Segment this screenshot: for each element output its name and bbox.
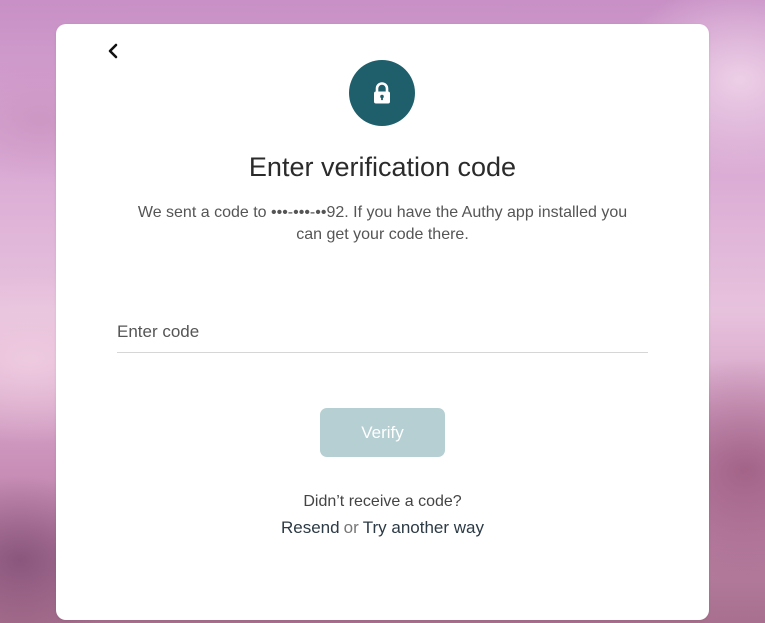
lock-icon [374,82,390,104]
verification-card: Enter verification code We sent a code t… [56,24,709,620]
verification-description: We sent a code to •••-•••-••92. If you h… [137,204,628,243]
verify-button[interactable]: Verify [320,408,445,457]
chevron-left-icon [108,43,118,59]
page-title: Enter verification code [248,152,517,182]
help-actions: Resend or Try another way [56,518,709,538]
or-separator: or [343,518,359,537]
lock-badge [349,60,415,126]
back-button[interactable] [102,40,124,62]
resend-link[interactable]: Resend [281,518,340,537]
try-another-way-link[interactable]: Try another way [363,518,484,537]
help-prompt: Didn’t receive a code? [303,493,462,510]
code-input[interactable] [117,312,648,353]
